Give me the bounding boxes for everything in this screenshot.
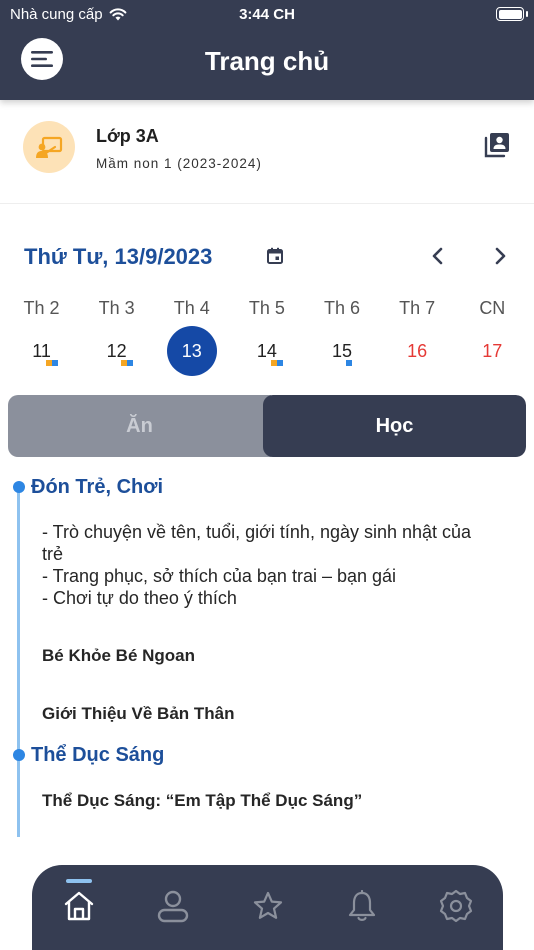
- timeline-dot: [12, 481, 25, 493]
- section-title-morning-exercise: Thể Dục Sáng: [31, 744, 165, 766]
- timeline-line: [17, 487, 20, 837]
- chevron-left-icon: [432, 247, 443, 265]
- day-sunday[interactable]: CN 17: [455, 296, 530, 376]
- day-tuesday[interactable]: Th 3 12: [79, 296, 154, 376]
- class-switch-button[interactable]: [484, 132, 510, 163]
- day-label: Th 7: [399, 298, 436, 318]
- day-saturday[interactable]: Th 7 16: [380, 296, 455, 376]
- day-number: 17: [482, 341, 503, 361]
- tab-study[interactable]: Học: [263, 395, 526, 457]
- contact-book-icon: [484, 133, 509, 158]
- event-indicators: [120, 360, 133, 366]
- tab-meal[interactable]: Ăn: [8, 395, 271, 457]
- bell-icon: [348, 889, 375, 921]
- day-number: 15: [332, 341, 353, 361]
- day-label: Th 3: [98, 298, 135, 318]
- day-number-selected: 13: [166, 326, 217, 376]
- class-name: Lớp 3A: [96, 126, 159, 146]
- timeline-dot: [12, 749, 25, 761]
- day-friday[interactable]: Th 6 15: [305, 296, 380, 376]
- page-title: Trang chủ: [204, 46, 330, 76]
- activity-line: - Trang phục, sở thích của bạn trai – bạ…: [42, 566, 397, 586]
- event-indicators: [346, 360, 353, 366]
- nav-profile[interactable]: [126, 865, 220, 950]
- day-number: 16: [407, 341, 428, 361]
- bottom-navigation: [32, 865, 503, 950]
- previous-week-button[interactable]: [428, 246, 448, 271]
- next-week-button[interactable]: [490, 246, 510, 271]
- calendar-picker-button[interactable]: [266, 247, 284, 270]
- activity-line: - Trò chuyện về tên, tuổi, giới tính, ng…: [42, 522, 472, 542]
- day-label: Th 4: [173, 298, 210, 318]
- activity-title: Giới Thiệu Về Bản Thân: [42, 704, 235, 723]
- teacher-board-icon: [36, 136, 63, 158]
- battery-icon: [496, 7, 524, 21]
- activity-title: Thể Dục Sáng: “Em Tập Thể Dục Sáng”: [42, 791, 363, 810]
- day-label: Th 6: [324, 298, 361, 318]
- class-avatar: [23, 121, 75, 173]
- schedule-tabs: Ăn Học: [8, 395, 526, 457]
- nav-settings[interactable]: [409, 865, 503, 950]
- day-number: 11: [32, 341, 51, 361]
- status-time: 3:44 CH: [239, 6, 295, 23]
- nav-favorites[interactable]: [220, 865, 314, 950]
- event-dot-study: [346, 360, 353, 366]
- week-strip: Th 2 11 Th 3 12 Th 4 13 Th 5 14 Th 6 15 …: [4, 296, 530, 376]
- day-thursday[interactable]: Th 5 14: [229, 296, 304, 376]
- event-dot-study: [51, 360, 58, 366]
- status-bar: Nhà cung cấp 3:44 CH: [0, 0, 534, 30]
- day-label: Th 5: [248, 298, 285, 318]
- activity-title: Bé Khỏe Bé Ngoan: [42, 646, 196, 665]
- battery-tip: [526, 11, 528, 17]
- class-school-year: Mầm non 1 (2023-2024): [96, 156, 262, 171]
- active-indicator: [66, 879, 93, 883]
- day-number: 12: [106, 341, 127, 361]
- chevron-right-icon: [495, 247, 506, 265]
- selected-date-title: Thứ Tư, 13/9/2023: [24, 244, 213, 269]
- day-monday[interactable]: Th 2 11: [4, 296, 79, 376]
- day-label: Th 2: [23, 298, 60, 318]
- day-wednesday[interactable]: Th 4 13: [154, 296, 229, 376]
- calendar-icon: [267, 247, 283, 264]
- section-title-welcome-play: Đón Trẻ, Chơi: [31, 476, 164, 498]
- activity-line: trẻ: [42, 544, 64, 564]
- event-dot-study: [126, 360, 133, 366]
- day-label: CN: [479, 298, 506, 318]
- day-number: 14: [256, 341, 277, 361]
- event-dot-study: [276, 360, 283, 366]
- nav-notifications[interactable]: [315, 865, 409, 950]
- event-indicators: [45, 360, 58, 366]
- activity-line: - Chơi tự do theo ý thích: [42, 588, 237, 608]
- user-icon: [158, 890, 189, 922]
- class-card[interactable]: Lớp 3A Mầm non 1 (2023-2024): [0, 100, 534, 204]
- star-icon: [253, 891, 282, 919]
- nav-home[interactable]: [32, 865, 126, 950]
- event-indicators: [270, 360, 283, 366]
- gear-icon: [439, 889, 473, 922]
- home-icon: [64, 891, 94, 920]
- app-header: Nhà cung cấp 3:44 CH Trang chủ: [0, 0, 534, 100]
